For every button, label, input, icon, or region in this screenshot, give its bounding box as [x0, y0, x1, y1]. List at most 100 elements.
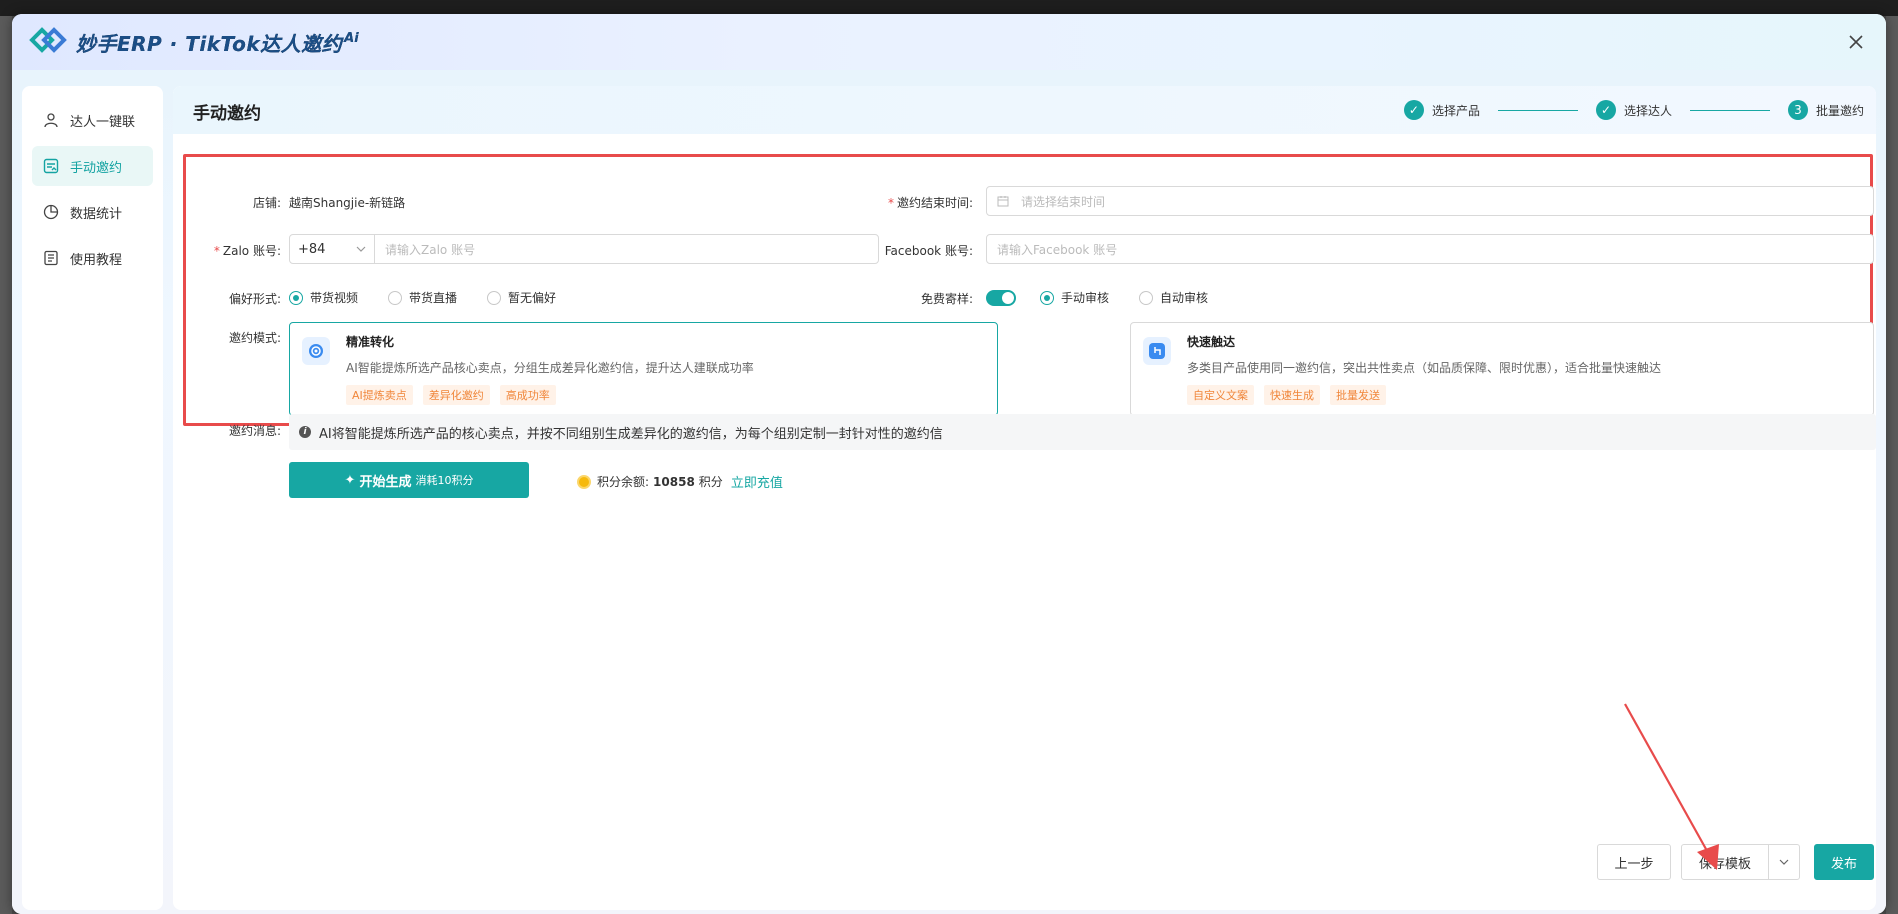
radio-circle: [388, 290, 403, 305]
calendar-icon: [997, 195, 1009, 207]
background-left-strip: [0, 16, 12, 914]
free-sample-label: 免费寄样:: [920, 292, 973, 306]
chevron-down-icon: [356, 246, 366, 252]
target-icon: [302, 337, 330, 365]
zalo-country-code-select[interactable]: +84: [289, 234, 375, 264]
radio-circle: [1040, 290, 1054, 305]
message-info-box: i AI将智能提炼所选产品的核心卖点，并按不同组别生成差异化的邀约信，为每个组别…: [289, 414, 1876, 450]
publish-button[interactable]: 发布: [1814, 844, 1874, 880]
radio-video[interactable]: 带货视频: [289, 289, 358, 306]
background-right-strip: [1886, 16, 1898, 914]
facebook-account-input[interactable]: 请输入Facebook 账号: [986, 234, 1874, 264]
recharge-link[interactable]: 立即充值: [731, 472, 783, 491]
mode-title: 快速触达: [1187, 335, 1236, 349]
book-icon: [42, 249, 60, 267]
mode-card-quick[interactable]: 快速触达 多类目产品使用同一邀约信，突出共性卖点（如品质保障、限时优惠），适合批…: [1130, 322, 1874, 416]
radio-live[interactable]: 带货直播: [388, 289, 457, 306]
sidebar-item-manual-invite[interactable]: 手动邀约: [32, 146, 153, 186]
sidebar-item-label: 数据统计: [70, 206, 123, 222]
pie-chart-icon: [42, 203, 60, 221]
step-connector: [1497, 109, 1578, 111]
radio-circle: [1139, 290, 1154, 305]
invite-modal: 妙手ERP · TikTok达人邀约 Ai 达人一键联 手动邀约 数据统计 使用…: [12, 14, 1886, 914]
step-connector: [1689, 109, 1770, 111]
close-icon: [1849, 35, 1863, 49]
start-generate-button[interactable]: ✦ 开始生成 消耗10积分: [289, 462, 529, 498]
store-label: 店铺:: [252, 196, 281, 210]
preference-radio-group: 带货视频 带货直播 暂无偏好: [289, 289, 586, 306]
prev-step-button[interactable]: 上一步: [1597, 844, 1671, 880]
mode-tags: 自定义文案 快速生成 批量发送: [1187, 385, 1396, 405]
sample-review-radio-group: 手动审核 自动审核: [1040, 289, 1238, 306]
mode-tag: 差异化邀约: [422, 385, 490, 405]
message-label: 邀约消息:: [228, 424, 281, 438]
points-label: 积分余额:: [597, 475, 650, 489]
radio-label: 自动审核: [1160, 291, 1209, 305]
zalo-placeholder: 请输入Zalo 账号: [385, 242, 476, 257]
end-time-placeholder: 请选择结束时间: [1021, 194, 1106, 209]
logo-icon: [29, 27, 67, 53]
message-info-text: AI将智能提炼所选产品的核心卖点，并按不同组别生成差异化的邀约信，为每个组别定制…: [319, 426, 943, 442]
mode-tag: 高成功率: [499, 385, 556, 405]
mode-description: AI智能提炼所选产品核心卖点，分组生成差异化邀约信，提升达人建联成功率: [346, 361, 754, 375]
sidebar-item-statistics[interactable]: 数据统计: [32, 192, 153, 232]
mode-tags: AI提炼卖点 差异化邀约 高成功率: [346, 385, 566, 405]
facebook-label: Facebook 账号:: [884, 244, 973, 258]
mode-label: 邀约模式:: [228, 331, 281, 345]
end-time-label: * 邀约结束时间:: [887, 196, 973, 210]
radio-circle: [289, 290, 303, 305]
invite-icon: [42, 157, 60, 175]
user-icon: [42, 111, 60, 129]
brand-superscript: Ai: [344, 31, 359, 46]
step-progress: ✓ 选择产品 ✓ 选择达人 3 批量邀约: [1403, 100, 1864, 120]
points-balance: 积分余额: 10858 积分 立即充值: [577, 472, 783, 491]
check-icon: ✓: [1595, 100, 1616, 120]
zalo-account-input[interactable]: 请输入Zalo 账号: [374, 234, 879, 264]
generate-cost: 消耗10积分: [415, 474, 474, 487]
step-select-creator: ✓ 选择达人: [1595, 100, 1672, 120]
brand-text: 妙手ERP · TikTok达人邀约: [76, 32, 343, 56]
points-value: 10858: [653, 474, 695, 489]
end-time-picker[interactable]: 请选择结束时间: [986, 186, 1874, 216]
close-button[interactable]: [1842, 28, 1870, 56]
info-icon: i: [299, 426, 311, 438]
free-sample-toggle[interactable]: [986, 290, 1016, 306]
brand-title: 妙手ERP · TikTok达人邀约 Ai: [76, 28, 359, 57]
mode-tag: 快速生成: [1264, 385, 1320, 405]
step-number: 3: [1787, 100, 1808, 120]
sidebar-item-contact[interactable]: 达人一键联: [32, 100, 153, 140]
mode-card-precise[interactable]: 精准转化 AI智能提炼所选产品核心卖点，分组生成差异化邀约信，提升达人建联成功率…: [289, 322, 998, 416]
save-template-dropdown[interactable]: [1768, 844, 1800, 880]
radio-manual-review[interactable]: 手动审核: [1040, 289, 1109, 306]
sidebar-item-tutorial[interactable]: 使用教程: [32, 238, 153, 278]
step-label: 批量邀约: [1815, 103, 1864, 118]
points-unit: 积分: [698, 475, 723, 489]
radio-auto-review[interactable]: 自动审核: [1139, 289, 1208, 306]
main-panel: 手动邀约 ✓ 选择产品 ✓ 选择达人 3 批量邀约 店铺: 越南Shangjie…: [173, 86, 1876, 910]
preference-label: 偏好形式:: [228, 292, 281, 306]
modal-header: 妙手ERP · TikTok达人邀约 Ai: [12, 14, 1886, 70]
sidebar: 达人一键联 手动邀约 数据统计 使用教程: [22, 86, 163, 910]
mode-description: 多类目产品使用同一邀约信，突出共性卖点（如品质保障、限时优惠），适合批量快速触达: [1187, 361, 1662, 375]
sidebar-item-label: 使用教程: [70, 252, 123, 268]
mode-tag: AI提炼卖点: [346, 385, 413, 405]
radio-label: 暂无偏好: [508, 291, 557, 305]
step-label: 选择产品: [1431, 103, 1480, 118]
mode-tag: 自定义文案: [1187, 385, 1254, 405]
step-label: 选择达人: [1623, 103, 1672, 118]
sidebar-item-label: 达人一键联: [70, 114, 136, 130]
touch-icon: [1143, 337, 1171, 365]
step-batch-invite: 3 批量邀约: [1787, 100, 1864, 120]
modal-body: 达人一键联 手动邀约 数据统计 使用教程 手动邀约 ✓ 选择产品 ✓ 选择达人 …: [12, 70, 1886, 914]
radio-circle: [487, 290, 502, 305]
coin-icon: [577, 474, 591, 489]
facebook-placeholder: 请输入Facebook 账号: [997, 242, 1118, 257]
radio-no-preference[interactable]: 暂无偏好: [487, 289, 556, 306]
check-icon: ✓: [1403, 100, 1424, 120]
save-template-button[interactable]: 保存模板: [1681, 844, 1769, 880]
mode-tag: 批量发送: [1330, 385, 1386, 405]
zalo-code-value: +84: [298, 241, 326, 257]
page-title: 手动邀约: [193, 104, 261, 124]
mode-title: 精准转化: [346, 335, 395, 349]
step-select-product: ✓ 选择产品: [1403, 100, 1480, 120]
